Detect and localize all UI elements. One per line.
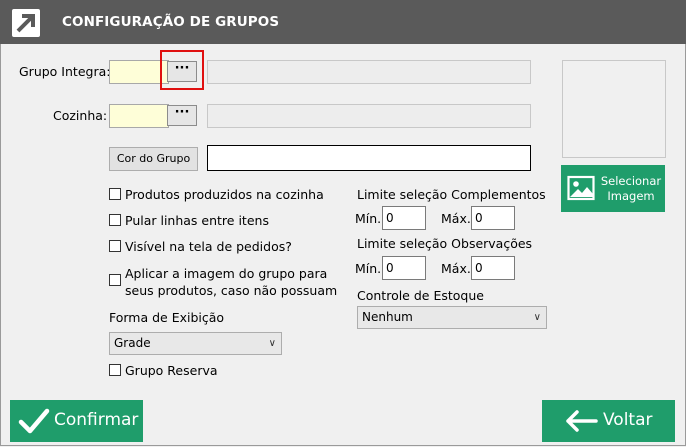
forma-exibicao-select[interactable]: Grade ∨: [109, 332, 282, 355]
grupo-integra-label: Grupo Integra:: [19, 64, 111, 79]
window-title: CONFIGURAÇÃO DE GRUPOS: [62, 14, 280, 30]
group-image-preview: [562, 60, 666, 158]
produtos-cozinha-checkbox[interactable]: [109, 188, 121, 200]
chevron-down-icon: ∨: [268, 338, 276, 349]
estoque-value: Nenhum: [362, 310, 413, 324]
back-button[interactable]: Voltar: [542, 400, 675, 442]
forma-exibicao-value: Grade: [114, 336, 151, 350]
grupo-reserva-label: Grupo Reserva: [125, 363, 218, 378]
complementos-max-input[interactable]: 0: [471, 206, 515, 230]
chevron-down-icon: ∨: [533, 312, 541, 323]
cozinha-description-field: [207, 104, 531, 128]
cor-do-grupo-preview: [207, 145, 531, 171]
cor-do-grupo-button[interactable]: Cor do Grupo: [109, 147, 198, 171]
grupo-integra-description-field: [207, 60, 531, 84]
cozinha-label: Cozinha:: [53, 108, 108, 123]
grupo-reserva-checkbox[interactable]: [109, 364, 121, 376]
estoque-label: Controle de Estoque: [357, 288, 484, 303]
app-logo-icon: [12, 9, 40, 37]
observacoes-min-label: Mín.: [355, 261, 382, 276]
select-image-button[interactable]: Selecionar Imagem: [561, 165, 665, 212]
pular-linhas-label: Pular linhas entre itens: [125, 213, 269, 228]
back-label: Voltar: [603, 410, 653, 430]
confirm-button[interactable]: Confirmar: [10, 400, 143, 442]
observacoes-max-label: Máx.: [441, 261, 471, 276]
forma-exibicao-label: Forma de Exibição: [109, 310, 225, 325]
check-icon: [18, 408, 50, 434]
observacoes-min-input[interactable]: 0: [382, 256, 426, 280]
pular-linhas-checkbox[interactable]: [109, 214, 121, 226]
title-bar: CONFIGURAÇÃO DE GRUPOS: [0, 0, 686, 44]
aplicar-imagem-label-line1: Aplicar a imagem do grupo para: [125, 266, 328, 281]
image-icon: [567, 175, 595, 201]
estoque-select[interactable]: Nenhum ∨: [357, 306, 547, 329]
visivel-pedidos-checkbox[interactable]: [109, 240, 121, 252]
cozinha-input[interactable]: [109, 104, 169, 128]
observacoes-max-input[interactable]: 0: [471, 256, 515, 280]
select-image-line1: Selecionar: [600, 174, 662, 188]
confirm-label: Confirmar: [54, 410, 139, 430]
select-image-line2: Imagem: [607, 189, 655, 203]
observacoes-label: Limite seleção Observações: [357, 236, 533, 251]
arrow-left-icon: [566, 410, 598, 432]
complementos-max-label: Máx.: [441, 211, 471, 226]
highlight-frame: [160, 50, 204, 90]
aplicar-imagem-label-line2: seus produtos, caso não possuam: [125, 283, 338, 298]
aplicar-imagem-checkbox[interactable]: [109, 274, 121, 286]
complementos-min-input[interactable]: 0: [382, 206, 426, 230]
complementos-label: Limite seleção Complementos: [357, 187, 546, 202]
complementos-min-label: Mín.: [355, 211, 382, 226]
cozinha-browse-button[interactable]: ···: [167, 105, 197, 126]
visivel-pedidos-label: Visível na tela de pedidos?: [125, 239, 292, 254]
produtos-cozinha-label: Produtos produzidos na cozinha: [125, 187, 324, 202]
